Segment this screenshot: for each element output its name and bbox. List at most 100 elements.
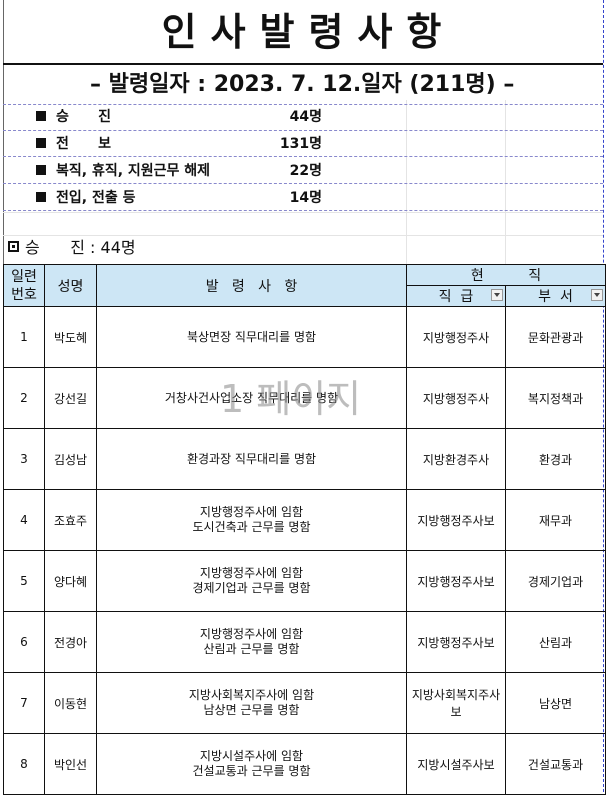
cell-grade: 지방사회복지주사보 bbox=[406, 672, 506, 734]
action-line: 지방시설주사에 임함 bbox=[199, 749, 304, 763]
summary-label: 전 보 bbox=[56, 136, 112, 152]
header-serial-number: 일련번호 bbox=[3, 264, 45, 307]
appointment-date-line: – 발령일자 : 2023. 7. 12.일자 (211명) – bbox=[90, 72, 515, 97]
grid-line bbox=[406, 100, 407, 264]
summary-row-promotion: 승 진 44명 bbox=[36, 106, 336, 128]
summary-row-transfer: 전 보 131명 bbox=[36, 133, 336, 155]
grid-line bbox=[505, 100, 506, 264]
summary-row-transfer-in-out: 전입, 전출 등 14명 bbox=[36, 187, 336, 209]
summary-count: 14명 bbox=[289, 190, 322, 206]
action-line: 남상면 근무를 명함 bbox=[203, 703, 300, 717]
cell-name: 강선길 bbox=[44, 367, 97, 429]
bullet-square-icon bbox=[36, 138, 46, 148]
cell-dept: 산림과 bbox=[504, 611, 607, 673]
cell-name: 양다혜 bbox=[44, 550, 97, 612]
dashed-separator bbox=[3, 156, 603, 157]
summary-label: 복직, 휴직, 지원근무 해제 bbox=[56, 163, 211, 179]
table-row: 6 전경아 지방행정주사에 임함 산림과 근무를 명함 지방행정주사보 산림과 bbox=[3, 611, 607, 673]
header-dept: 부 서 bbox=[504, 285, 607, 307]
action-line: 산림과 근무를 명함 bbox=[203, 642, 300, 656]
summary-count: 131명 bbox=[279, 136, 322, 152]
cell-action: 지방사회복지주사에 임함 남상면 근무를 명함 bbox=[96, 672, 407, 734]
cell-action: 지방행정주사에 임함 산림과 근무를 명함 bbox=[96, 611, 407, 673]
title-underline bbox=[3, 63, 603, 65]
cell-grade: 지방환경주사 bbox=[406, 428, 506, 490]
action-line: 지방행정주사에 임함 bbox=[199, 566, 304, 580]
dashed-separator bbox=[3, 210, 603, 211]
table-row: 2 강선길 거창사건사업소장 직무대리를 명함 지방행정주사 복지정책과 bbox=[3, 367, 607, 429]
cell-grade: 지방행정주사보 bbox=[406, 611, 506, 673]
filter-dropdown-icon[interactable] bbox=[491, 289, 503, 301]
cell-grade: 지방행정주사보 bbox=[406, 489, 506, 551]
cell-dept: 환경과 bbox=[504, 428, 607, 490]
cell-dept: 남상면 bbox=[504, 672, 607, 734]
dashed-separator bbox=[3, 104, 603, 105]
cell-dept: 복지정책과 bbox=[504, 367, 607, 429]
table-row: 7 이동현 지방사회복지주사에 임함 남상면 근무를 명함 지방사회복지주사보 남… bbox=[3, 672, 607, 734]
table-row: 1 박도혜 북상면장 직무대리를 명함 지방행정주사 문화관광과 bbox=[3, 306, 607, 368]
header-grade: 직 급 bbox=[406, 285, 506, 307]
action-line: 환경과장 직무대리를 명함 bbox=[186, 451, 317, 466]
cell-grade: 지방행정주사보 bbox=[406, 550, 506, 612]
action-line: 지방행정주사에 임함 bbox=[199, 627, 304, 641]
cell-grade: 지방시설주사보 bbox=[406, 733, 506, 795]
header-name: 성명 bbox=[44, 264, 97, 307]
cell-action: 환경과장 직무대리를 명함 bbox=[96, 428, 407, 490]
action-line: 지방행정주사에 임함 bbox=[199, 505, 304, 519]
cell-dept: 건설교통과 bbox=[504, 733, 607, 795]
cell-name: 이동현 bbox=[44, 672, 97, 734]
table-row: 5 양다혜 지방행정주사에 임함 경제기업과 근무를 명함 지방행정주사보 경제기… bbox=[3, 550, 607, 612]
section-title: 승 진 : 44명 bbox=[25, 238, 136, 257]
cell-grade: 지방행정주사 bbox=[406, 306, 506, 368]
spreadsheet-page: 인사발령사항 – 발령일자 : 2023. 7. 12.일자 (211명) – … bbox=[0, 0, 608, 795]
cell-no: 5 bbox=[3, 550, 45, 612]
cell-no: 8 bbox=[3, 733, 45, 795]
cell-no: 4 bbox=[3, 489, 45, 551]
action-line: 경제기업과 근무를 명함 bbox=[192, 581, 311, 595]
dashed-separator bbox=[3, 183, 603, 184]
cell-name: 박인선 bbox=[44, 733, 97, 795]
dashed-separator bbox=[3, 130, 603, 131]
cell-name: 박도혜 bbox=[44, 306, 97, 368]
table-row: 3 김성남 환경과장 직무대리를 명함 지방환경주사 환경과 bbox=[3, 428, 607, 490]
cell-no: 3 bbox=[3, 428, 45, 490]
cell-name: 조효주 bbox=[44, 489, 97, 551]
cell-grade: 지방행정주사 bbox=[406, 367, 506, 429]
cell-dept: 경제기업과 bbox=[504, 550, 607, 612]
summary-label: 승 진 bbox=[56, 109, 112, 125]
action-line: 건설교통과 근무를 명함 bbox=[192, 764, 311, 778]
cell-action: 북상면장 직무대리를 명함 bbox=[96, 306, 407, 368]
header-grade-label: 직 급 bbox=[438, 289, 474, 305]
cell-action: 지방행정주사에 임함 경제기업과 근무를 명함 bbox=[96, 550, 407, 612]
cell-action: 지방시설주사에 임함 건설교통과 근무를 명함 bbox=[96, 733, 407, 795]
bullet-square-icon bbox=[36, 111, 46, 121]
header-current-position: 현 직 bbox=[405, 264, 607, 286]
action-line: 지방사회복지주사에 임함 bbox=[188, 688, 315, 702]
filter-dropdown-icon[interactable] bbox=[591, 289, 604, 301]
table-row: 4 조효주 지방행정주사에 임함 도시건축과 근무를 명함 지방행정주사보 재무과 bbox=[3, 489, 607, 551]
cell-dept: 문화관광과 bbox=[504, 306, 607, 368]
section-square-icon bbox=[8, 241, 19, 252]
table-row: 8 박인선 지방시설주사에 임함 건설교통과 근무를 명함 지방시설주사보 건설교… bbox=[3, 733, 607, 795]
cell-dept: 재무과 bbox=[504, 489, 607, 551]
action-line: 거창사건사업소장 직무대리를 명함 bbox=[164, 390, 339, 405]
summary-row-reinstatement: 복직, 휴직, 지원근무 해제 22명 bbox=[36, 160, 336, 182]
summary-count: 44명 bbox=[289, 109, 322, 125]
bullet-square-icon bbox=[36, 165, 46, 175]
cell-no: 7 bbox=[3, 672, 45, 734]
action-line: 도시건축과 근무를 명함 bbox=[192, 520, 311, 534]
action-line: 북상면장 직무대리를 명함 bbox=[186, 329, 317, 344]
summary-label: 전입, 전출 등 bbox=[56, 190, 136, 206]
summary-count: 22명 bbox=[289, 163, 322, 179]
cell-action: 지방행정주사에 임함 도시건축과 근무를 명함 bbox=[96, 489, 407, 551]
grid-line bbox=[3, 235, 603, 236]
header-dept-label: 부 서 bbox=[538, 289, 573, 305]
section-heading-promotion: 승 진 : 44명 bbox=[8, 237, 136, 259]
cell-no: 2 bbox=[3, 367, 45, 429]
appointment-table: 일련번호 성명 발 령 사 항 현 직 직 급 부 서 1 박도혜 북상면장 직… bbox=[3, 264, 607, 795]
cell-no: 6 bbox=[3, 611, 45, 673]
document-title: 인사발령사항 bbox=[161, 10, 456, 54]
bullet-square-icon bbox=[36, 192, 46, 202]
cell-name: 전경아 bbox=[44, 611, 97, 673]
cell-name: 김성남 bbox=[44, 428, 97, 490]
